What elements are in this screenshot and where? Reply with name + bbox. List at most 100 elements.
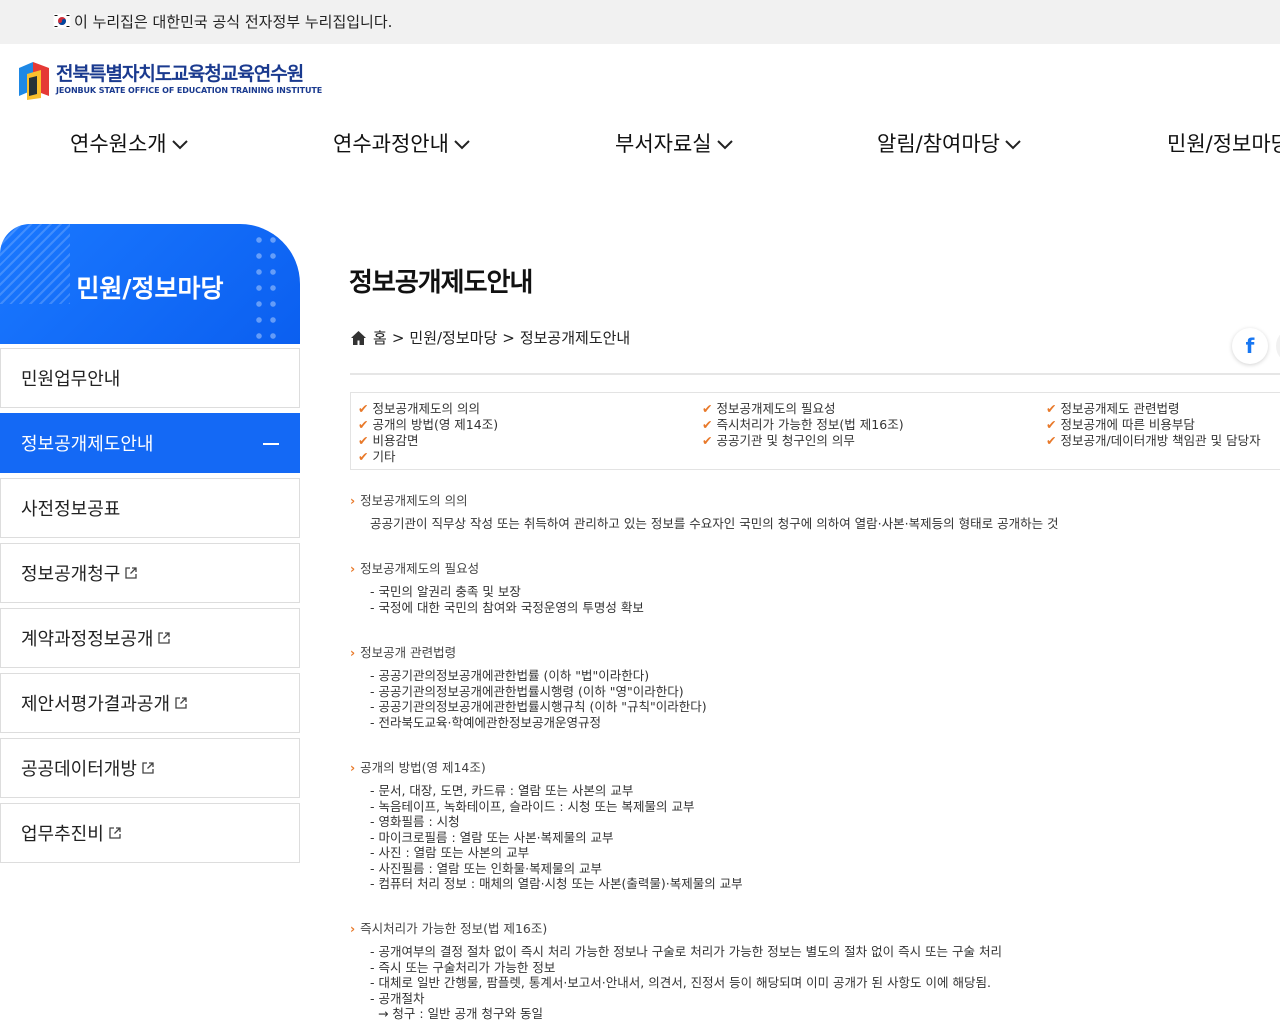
lnb-item-label: 공공데이터개방 <box>21 759 137 780</box>
list-item: - 공개절차 <box>370 990 425 1006</box>
section-immediate: › 즉시처리가 가능한 정보(법 제16조) - 공개여부의 결정 절차 없이 즉… <box>350 921 1002 1022</box>
breadcrumb: 홈 > 민원/정보마당 > 정보공개제도안내 <box>350 327 630 348</box>
lnb-item-label: 정보공개청구 <box>21 564 121 585</box>
logo-name-en: JEONBUK STATE OFFICE OF EDUCATION TRAINI… <box>56 86 323 95</box>
global-nav: 연수원소개 연수과정안내 부서자료실 알림/참여마당 민원/정보마당 <box>0 120 1280 170</box>
facebook-share-button[interactable]: f <box>1232 328 1268 364</box>
lnb-item-contract-disclosure[interactable]: 계약과정정보공개 <box>0 608 300 668</box>
share-more-button[interactable] <box>1276 328 1280 364</box>
toc-item[interactable]: ✔ 정보공개에 따른 비용부담 <box>1046 417 1261 433</box>
list-item: - 대체로 일반 간행물, 팜플렛, 통계서·보고서·안내서, 의견서, 진정서… <box>370 975 991 990</box>
toc-item[interactable]: ✔ 공공기관 및 청구인의 의무 <box>702 433 904 449</box>
check-icon: ✔ <box>1046 417 1057 432</box>
gnb-item-courses[interactable]: 연수과정안내 <box>333 130 470 158</box>
lnb-menu: 민원업무안내 정보공개제도안내 사전정보공표 정보공개청구 계약과정정보공개 제… <box>0 348 300 868</box>
section-necessity: › 정보공개제도의 필요성 - 국민의 알권리 충족 및 보장 - 국정에 대한 … <box>350 561 644 615</box>
section-paragraph: 공공기관이 직무상 작성 또는 취득하여 관리하고 있는 정보를 수요자인 국민… <box>370 516 1059 531</box>
toc-item[interactable]: ✔ 공개의 방법(영 제14조) <box>358 417 498 433</box>
lnb-item-label: 민원업무안내 <box>21 369 121 390</box>
lnb-item-label: 정보공개제도안내 <box>21 434 154 455</box>
gov-banner: 이 누리집은 대한민국 공식 전자정부 누리집입니다. <box>0 0 1280 44</box>
lnb-item-label: 사전정보공표 <box>21 499 121 520</box>
section-meaning: › 정보공개제도의 의의 공공기관이 직무상 작성 또는 취득하여 관리하고 있는… <box>350 493 1059 532</box>
list-item: - 녹음테이프, 녹화테이프, 슬라이드 : 시청 또는 복제물의 교부 <box>370 798 695 814</box>
lnb-item-civil-guide[interactable]: 민원업무안내 <box>0 348 300 408</box>
gnb-item-civil[interactable]: 민원/정보마당 <box>1167 130 1280 158</box>
lnb-title: 민원/정보마당 <box>76 274 224 303</box>
list-item: - 공개여부의 결정 절차 없이 즉시 처리 가능한 정보나 구술로 처리가 가… <box>370 944 1003 959</box>
toc-item[interactable]: ✔ 정보공개/데이터개방 책임관 및 담당자 <box>1046 433 1261 449</box>
toc-item[interactable]: ✔ 기타 <box>358 449 498 465</box>
lnb-item-proposal-results[interactable]: 제안서평가결과공개 <box>0 673 300 733</box>
site-logo[interactable]: 전북특별자치도교육청교육연수원 JEONBUK STATE OFFICE OF … <box>17 60 322 102</box>
toc-item[interactable]: ✔ 정보공개제도의 의의 <box>358 401 498 417</box>
section-methods: › 공개의 방법(영 제14조) - 문서, 대장, 도면, 카드류 : 열람 또… <box>350 760 743 892</box>
check-icon: ✔ <box>358 417 369 432</box>
page-title: 정보공개제도안내 <box>349 268 533 298</box>
facebook-icon: f <box>1245 334 1255 358</box>
chevron-right-icon: › <box>350 921 356 936</box>
gnb-item-label: 알림/참여마당 <box>877 132 1000 156</box>
gnb-item-label: 부서자료실 <box>615 132 712 156</box>
collapse-icon <box>263 443 279 445</box>
lnb-item-prior-disclosure[interactable]: 사전정보공표 <box>0 478 300 538</box>
toc-item[interactable]: ✔ 정보공개제도 관련법령 <box>1046 401 1261 417</box>
toc-item[interactable]: ✔ 비용감면 <box>358 433 498 449</box>
toc-column: ✔ 정보공개제도의 의의 ✔ 공개의 방법(영 제14조) ✔ 비용감면 ✔ 기타 <box>358 401 498 465</box>
external-link-icon <box>125 567 138 579</box>
breadcrumb-section[interactable]: 민원/정보마당 <box>409 327 497 348</box>
lnb-item-label: 계약과정정보공개 <box>21 629 154 650</box>
chevron-right-icon: › <box>350 760 356 775</box>
gnb-item-intro[interactable]: 연수원소개 <box>70 130 188 158</box>
gnb-item-notice[interactable]: 알림/참여마당 <box>877 130 1021 158</box>
section-list: - 공공기관의정보공개에관한법률 (이하 "법"이라한다) - 공공기관의정보공… <box>370 668 707 730</box>
breadcrumb-current: 정보공개제도안내 <box>519 329 631 347</box>
section-heading: › 정보공개제도의 의의 <box>350 493 468 508</box>
lnb-item-disclosure-guide[interactable]: 정보공개제도안내 <box>0 413 300 473</box>
external-link-icon <box>175 697 187 709</box>
home-icon[interactable] <box>350 330 367 346</box>
list-item: - 영화필름 : 시청 <box>370 814 460 829</box>
breadcrumb-separator: > <box>502 328 515 347</box>
toc-item[interactable]: ✔ 즉시처리가 가능한 정보(법 제16조) <box>702 417 904 433</box>
check-icon: ✔ <box>702 433 713 448</box>
toc-item[interactable]: ✔ 정보공개제도의 필요성 <box>702 401 904 417</box>
toc-box: ✔ 정보공개제도의 의의 ✔ 공개의 방법(영 제14조) ✔ 비용감면 ✔ 기타 ✔ 정… <box>350 392 1280 470</box>
list-item: - 전라북도교육·학예에관한정보공개운영규정 <box>370 714 601 730</box>
breadcrumb-home[interactable]: 홈 <box>373 327 387 348</box>
section-list: - 문서, 대장, 도면, 카드류 : 열람 또는 사본의 교부 - 녹음테이프… <box>370 783 743 892</box>
gnb-item-label: 연수원소개 <box>70 132 167 156</box>
lnb-item-open-data[interactable]: 공공데이터개방 <box>0 738 300 798</box>
logo-mark-icon <box>19 62 49 100</box>
lnb-item-disclosure-request[interactable]: 정보공개청구 <box>0 543 300 603</box>
list-item: - 공공기관의정보공개에관한법률시행령 (이하 "영"이라한다) <box>370 683 684 699</box>
check-icon: ✔ <box>1046 433 1057 448</box>
chevron-down-icon <box>716 140 733 150</box>
section-list: - 국민의 알권리 충족 및 보장 - 국정에 대한 국민의 참여와 국정운영의… <box>370 584 644 615</box>
check-icon: ✔ <box>702 401 713 416</box>
gnb-item-resources[interactable]: 부서자료실 <box>615 130 733 158</box>
list-item: - 사진 : 열람 또는 사본의 교부 <box>370 845 530 860</box>
list-item: - 공공기관의정보공개에관한법률 (이하 "법"이라한다) <box>370 668 650 683</box>
section-laws: › 정보공개 관련법령 - 공공기관의정보공개에관한법률 (이하 "법"이라한다)… <box>350 645 707 730</box>
list-item: - 사진필름 : 열람 또는 인화물·복제물의 교부 <box>370 860 603 876</box>
logo-name-ko: 전북특별자치도교육청교육연수원 <box>56 63 304 85</box>
lnb-item-expense[interactable]: 업무추진비 <box>0 803 300 863</box>
gov-banner-text: 이 누리집은 대한민국 공식 전자정부 누리집입니다. <box>74 13 393 31</box>
lnb-title-box: 민원/정보마당 <box>0 224 300 344</box>
check-icon: ✔ <box>358 449 369 464</box>
breadcrumb-separator: > <box>391 328 405 347</box>
korea-flag-icon <box>53 13 71 29</box>
section-heading: › 정보공개 관련법령 <box>350 645 457 660</box>
chevron-right-icon: › <box>350 561 356 576</box>
external-link-icon <box>158 632 171 644</box>
gnb-item-label: 연수과정안내 <box>333 132 449 156</box>
external-link-icon <box>142 762 154 774</box>
section-list: - 공개여부의 결정 절차 없이 즉시 처리 가능한 정보나 구술로 처리가 가… <box>370 944 1002 1022</box>
list-item: - 컴퓨터 처리 정보 : 매체의 열람·시청 또는 사본(출력물)·복제물의 … <box>370 876 743 891</box>
list-item: - 즉시 또는 구술처리가 가능한 정보 <box>370 959 556 975</box>
list-item: - 국민의 알권리 충족 및 보장 <box>370 584 521 599</box>
section-heading: › 정보공개제도의 필요성 <box>350 561 480 576</box>
toc-column: ✔ 정보공개제도의 필요성 ✔ 즉시처리가 가능한 정보(법 제16조) ✔ 공공기관… <box>702 401 904 449</box>
section-heading: › 공개의 방법(영 제14조) <box>350 760 486 775</box>
